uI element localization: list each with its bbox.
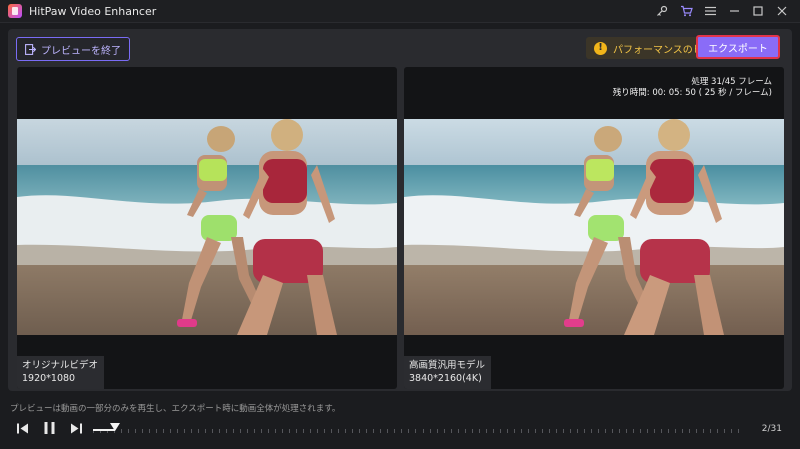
step-forward-icon	[71, 423, 82, 433]
next-frame-button[interactable]	[70, 422, 83, 435]
enhanced-video-panel: 処理 31/45 フレーム 残り時間: 00: 05: 50 ( 25 秒 / …	[404, 67, 784, 389]
maximize-icon[interactable]	[746, 0, 770, 22]
enhanced-video-label: 高画質汎用モデル 3840*2160(4K)	[404, 356, 492, 389]
minimize-icon[interactable]	[722, 0, 746, 22]
window-controls	[650, 0, 794, 22]
exit-preview-label: プレビューを終了	[41, 45, 121, 57]
exit-preview-button[interactable]: プレビューを終了	[16, 37, 130, 61]
warning-icon: !	[594, 41, 607, 55]
app-logo-icon	[8, 4, 22, 18]
original-video-resolution: 1920*1080	[22, 373, 76, 384]
previous-frame-button[interactable]	[16, 422, 29, 435]
pause-icon	[44, 422, 55, 434]
pause-button[interactable]	[43, 421, 56, 435]
original-video-frame	[17, 119, 397, 335]
original-video-label: オリジナルビデオ 1920*1080	[17, 356, 105, 389]
playback-controls	[16, 421, 83, 435]
cart-icon[interactable]	[674, 0, 698, 22]
app-title: HitPaw Video Enhancer	[29, 4, 157, 18]
close-icon[interactable]	[770, 0, 794, 22]
export-button[interactable]: エクスポート	[696, 35, 780, 59]
original-video-title: オリジナルビデオ	[22, 360, 99, 371]
enhanced-video-frame	[404, 119, 784, 335]
title-bar: HitPaw Video Enhancer	[0, 0, 800, 23]
frame-timeline[interactable]	[93, 423, 745, 436]
processed-frames-text: 処理 31/45 フレーム	[691, 77, 772, 87]
processing-progress: 処理 31/45 フレーム 残り時間: 00: 05: 50 ( 25 秒 / …	[613, 77, 772, 99]
exit-icon	[25, 43, 36, 55]
step-back-icon	[17, 423, 28, 433]
enhanced-video-resolution: 3840*2160(4K)	[409, 373, 482, 384]
menu-icon[interactable]	[698, 0, 722, 22]
timeline-handle[interactable]	[110, 423, 120, 431]
enhanced-video-title: 高画質汎用モデル	[409, 360, 486, 371]
remaining-time-text: 残り時間: 00: 05: 50 ( 25 秒 / フレーム)	[612, 88, 772, 98]
frame-counter: 2/31	[761, 424, 782, 434]
preview-panel: プレビューを終了 ! パフォーマンスのヒント エクスポート オリジナルビデオ 1…	[8, 29, 792, 391]
preview-hint-text: プレビューは動画の一部分のみを再生し、エクスポート時に動画全体が処理されます。	[10, 404, 341, 414]
export-label: エクスポート	[708, 43, 768, 55]
timeline-ticks	[93, 429, 739, 433]
key-icon[interactable]	[650, 0, 674, 22]
original-video-panel: オリジナルビデオ 1920*1080	[17, 67, 397, 389]
